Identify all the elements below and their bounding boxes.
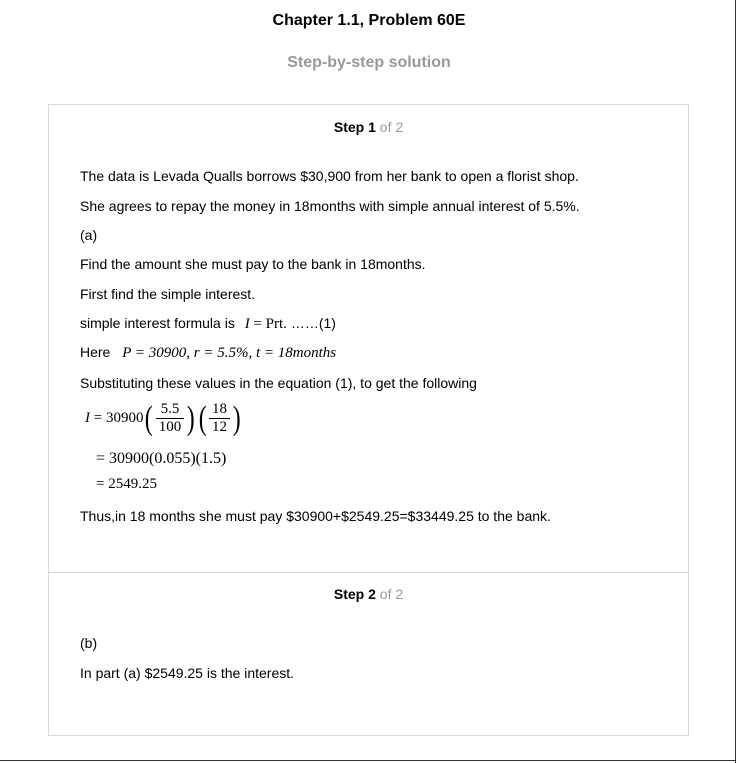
substitution-line: Substituting these values in the equatio… <box>80 375 477 391</box>
fraction-2: 18 12 <box>208 401 230 436</box>
step-1-part-a: (a) <box>80 227 98 243</box>
step-2-text: In part (a) $2549.25 is the interest. <box>80 665 295 681</box>
step-1-header: Step 1 of 2 <box>49 119 688 135</box>
paren-close-2: ) <box>232 399 241 437</box>
paren-close-1: ) <box>186 399 195 437</box>
calc-lhs: I <box>85 409 90 426</box>
fraction-2-numerator: 18 <box>208 401 230 419</box>
page-subtitle: Step-by-step solution <box>287 54 451 71</box>
here-expression: P = 30900, r = 5.5%, t = 18months <box>122 345 336 361</box>
formula-rhs: = Prt. <box>253 316 287 332</box>
formula-line: simple interest formula is I = Prt. ……(1… <box>80 315 336 333</box>
calc-line-2: = 30900(0.055)(1.5) <box>96 450 227 467</box>
step-1-of: of 2 <box>379 119 404 135</box>
fraction-1: 5.5 100 <box>155 401 185 436</box>
step-1-word: Step <box>333 119 365 135</box>
fraction-1-numerator: 5.5 <box>155 401 185 419</box>
paren-open-2: ( <box>198 399 207 437</box>
step-divider <box>49 572 688 573</box>
step-2-word: Step <box>333 586 365 602</box>
step-1-line-2: She agrees to repay the money in 18month… <box>80 198 580 214</box>
here-values: P = 30900, r = 5.5%, t = 18 <box>122 345 293 361</box>
here-line: Here P = 30900, r = 5.5%, t = 18months <box>80 344 336 362</box>
calc-eq-1: = 30900 <box>93 409 144 426</box>
here-unit: months <box>292 345 337 361</box>
here-label: Here <box>80 344 111 360</box>
step-1-line-4: First find the simple interest. <box>80 286 256 302</box>
page-frame-right <box>735 0 736 763</box>
solution-box: Step 1 of 2 The data is Levada Qualls bo… <box>48 104 689 736</box>
page-frame-bottom <box>0 760 736 761</box>
fraction-1-denominator: 100 <box>158 419 182 435</box>
calc-line-3: = 2549.25 <box>96 476 157 492</box>
fraction-2-denominator: 12 <box>211 419 227 435</box>
paren-open-1: ( <box>145 399 154 437</box>
step-2-header: Step 2 of 2 <box>49 586 688 602</box>
formula-expression: I = Prt. <box>245 316 287 332</box>
page-title: Chapter 1.1, Problem 60E <box>272 12 466 29</box>
step-1-line-3: Find the amount she must pay to the bank… <box>80 256 426 272</box>
formula-reference: ……(1) <box>290 315 336 331</box>
step-2-part-b: (b) <box>80 635 98 651</box>
step-1-number: 1 <box>368 119 376 135</box>
step-2-of: of 2 <box>379 586 404 602</box>
step-2-number: 2 <box>368 586 376 602</box>
formula-lhs: I <box>244 316 250 332</box>
formula-label: simple interest formula is <box>80 315 235 331</box>
conclusion-line: Thus,in 18 months she must pay $30900+$2… <box>80 508 551 524</box>
calc-line-1: I = 30900(5.5 100)(18 12) <box>85 401 242 436</box>
step-1-line-1: The data is Levada Qualls borrows $30,90… <box>80 168 579 184</box>
